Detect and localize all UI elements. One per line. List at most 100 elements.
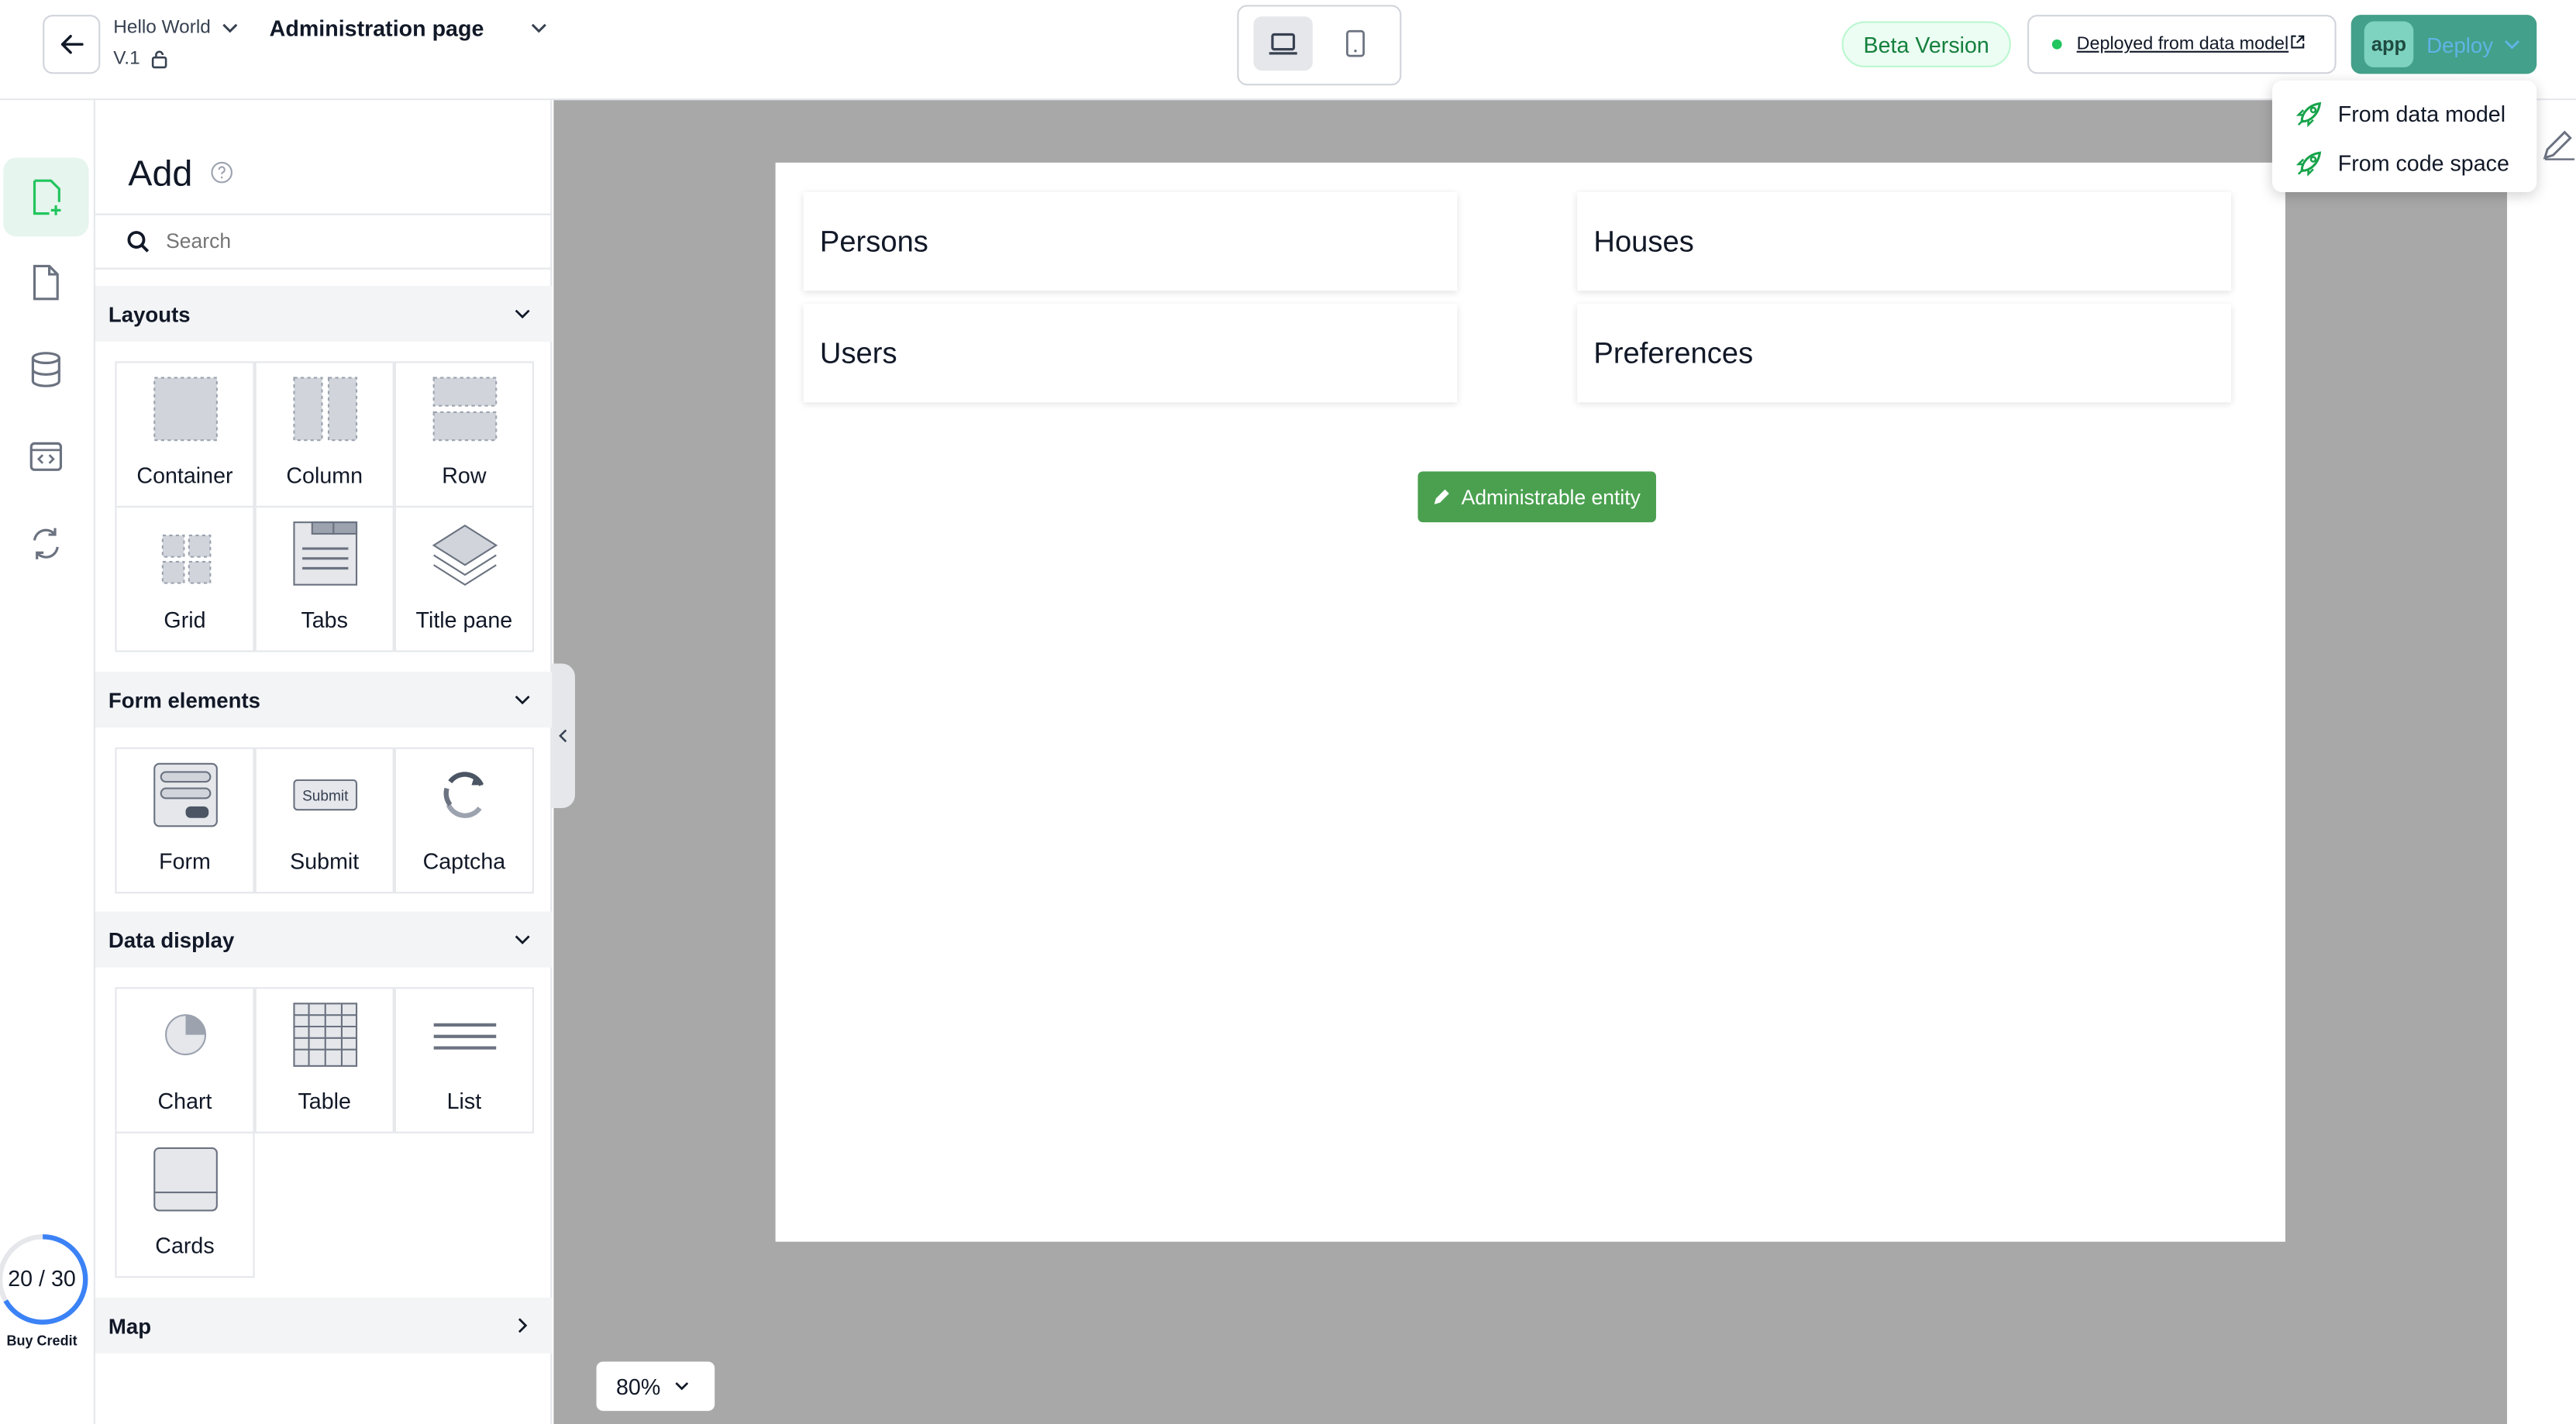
menu-item-from-data-model[interactable]: From data model bbox=[2295, 95, 2505, 132]
table-icon bbox=[292, 1003, 357, 1067]
rail-sync[interactable] bbox=[3, 504, 88, 583]
search-input[interactable] bbox=[166, 229, 495, 253]
database-icon bbox=[31, 352, 60, 387]
administrable-entity-button[interactable]: Administrable entity bbox=[1417, 471, 1656, 523]
desktop-view-button[interactable] bbox=[1253, 16, 1313, 71]
entity-card-houses[interactable]: Houses bbox=[1577, 192, 2231, 291]
svg-text:Submit: Submit bbox=[301, 788, 348, 804]
tile-form[interactable]: Form bbox=[115, 747, 255, 894]
grid-icon bbox=[160, 535, 211, 584]
admin-button-label: Administrable entity bbox=[1461, 485, 1641, 509]
section-title: Form elements bbox=[108, 687, 260, 713]
pie-chart-icon bbox=[164, 1014, 205, 1056]
deployed-status[interactable]: Deployed from data model bbox=[2027, 15, 2337, 74]
section-data-display[interactable]: Data display bbox=[95, 911, 553, 968]
tile-label: Row bbox=[442, 463, 487, 488]
container-icon bbox=[153, 377, 217, 442]
rail-code[interactable] bbox=[3, 417, 88, 496]
captcha-icon bbox=[443, 772, 484, 818]
buy-credit-link[interactable]: Buy Credit bbox=[0, 1332, 84, 1348]
tile-list[interactable]: List bbox=[394, 987, 534, 1133]
deploy-menu: From data model From code space bbox=[2271, 80, 2537, 193]
page-preview: Persons Houses Users Preferences bbox=[775, 162, 2285, 1242]
tile-chart[interactable]: Chart bbox=[115, 987, 255, 1133]
tile-table[interactable]: Table bbox=[254, 987, 394, 1133]
tile-label: Container bbox=[136, 463, 233, 488]
back-button[interactable] bbox=[43, 15, 101, 74]
chevron-down-icon[interactable] bbox=[220, 18, 239, 37]
entity-card-users[interactable]: Users bbox=[803, 304, 1458, 403]
tile-label: Tabs bbox=[301, 607, 348, 633]
chevron-down-icon[interactable] bbox=[529, 18, 549, 37]
section-form-elements[interactable]: Form elements bbox=[95, 672, 553, 728]
tile-label: Grid bbox=[164, 607, 206, 633]
rail-database[interactable] bbox=[3, 330, 88, 409]
entity-card-persons[interactable]: Persons bbox=[803, 192, 1458, 291]
tile-column[interactable]: Column bbox=[254, 361, 394, 508]
tile-container[interactable]: Container bbox=[115, 361, 255, 508]
tile-label: Submit bbox=[290, 849, 360, 874]
rocket-icon bbox=[2295, 151, 2322, 177]
deploy-button[interactable]: app Deploy bbox=[2350, 15, 2537, 74]
zoom-select[interactable]: 80% bbox=[596, 1361, 715, 1412]
rail-pages[interactable] bbox=[3, 243, 88, 322]
rocket-icon bbox=[2295, 101, 2322, 128]
app-logo-icon: app bbox=[2364, 21, 2414, 67]
tile-title-pane[interactable]: Title pane bbox=[394, 505, 534, 652]
tile-captcha[interactable]: Captcha bbox=[394, 747, 534, 894]
tile-grid[interactable]: Grid bbox=[115, 505, 255, 652]
tile-row[interactable]: Row bbox=[394, 361, 534, 508]
section-title: Map bbox=[108, 1312, 152, 1338]
tile-label: Title pane bbox=[415, 607, 513, 633]
entity-card-preferences[interactable]: Preferences bbox=[1577, 304, 2231, 403]
chevron-down-icon bbox=[2505, 40, 2521, 50]
deploy-label: Deploy bbox=[2426, 32, 2494, 57]
mobile-view-button[interactable] bbox=[1326, 16, 1385, 71]
add-page-icon bbox=[33, 179, 61, 215]
zoom-value: 80% bbox=[615, 1374, 661, 1399]
tile-label: Chart bbox=[157, 1089, 212, 1114]
collapse-panel-button[interactable] bbox=[552, 663, 575, 809]
list-icon bbox=[432, 1023, 496, 1050]
tile-label: Cards bbox=[155, 1233, 215, 1258]
rail-add-page[interactable] bbox=[3, 157, 89, 237]
project-name[interactable]: Hello World bbox=[113, 18, 211, 37]
menu-item-from-code-space[interactable]: From code space bbox=[2295, 145, 2509, 181]
edit-pencil-icon[interactable] bbox=[2540, 126, 2576, 163]
deployed-link[interactable]: Deployed from data model bbox=[2077, 35, 2289, 54]
tile-submit[interactable]: Submit Submit bbox=[254, 747, 394, 894]
section-map[interactable]: Map bbox=[95, 1297, 553, 1353]
external-link-icon bbox=[2291, 34, 2305, 48]
chevron-right-icon bbox=[518, 1318, 528, 1333]
pencil-icon bbox=[1434, 489, 1450, 504]
credit-count: 20 / 30 bbox=[8, 1266, 76, 1292]
tile-label: Captcha bbox=[422, 849, 506, 874]
section-layouts[interactable]: Layouts bbox=[95, 285, 553, 342]
layers-icon bbox=[431, 525, 498, 586]
menu-item-label: From code space bbox=[2337, 150, 2509, 175]
project-version: V.1 bbox=[113, 49, 140, 70]
chevron-down-icon bbox=[675, 1382, 689, 1391]
chevron-down-icon bbox=[515, 309, 530, 319]
sync-icon bbox=[33, 528, 59, 559]
beta-badge: Beta Version bbox=[1841, 21, 2011, 67]
tile-label: Form bbox=[159, 849, 211, 874]
tile-label: Column bbox=[286, 463, 363, 488]
chevron-left-icon bbox=[559, 729, 567, 743]
tile-tabs[interactable]: Tabs bbox=[254, 505, 394, 652]
status-dot-icon bbox=[2051, 39, 2062, 50]
search-icon bbox=[127, 231, 150, 253]
page-title[interactable]: Administration page bbox=[270, 16, 484, 41]
right-strip bbox=[2507, 100, 2576, 1424]
menu-item-label: From data model bbox=[2337, 101, 2506, 126]
tabs-icon bbox=[292, 521, 357, 586]
chevron-down-icon bbox=[515, 695, 530, 705]
lock-icon[interactable] bbox=[150, 50, 169, 69]
phone-icon bbox=[1346, 29, 1365, 57]
laptop-icon bbox=[1269, 32, 1297, 54]
tile-label: List bbox=[446, 1089, 482, 1114]
file-icon bbox=[33, 264, 59, 301]
panel-title: Add bbox=[128, 153, 193, 194]
tile-cards[interactable]: Cards bbox=[115, 1131, 255, 1278]
help-icon[interactable] bbox=[210, 161, 233, 184]
